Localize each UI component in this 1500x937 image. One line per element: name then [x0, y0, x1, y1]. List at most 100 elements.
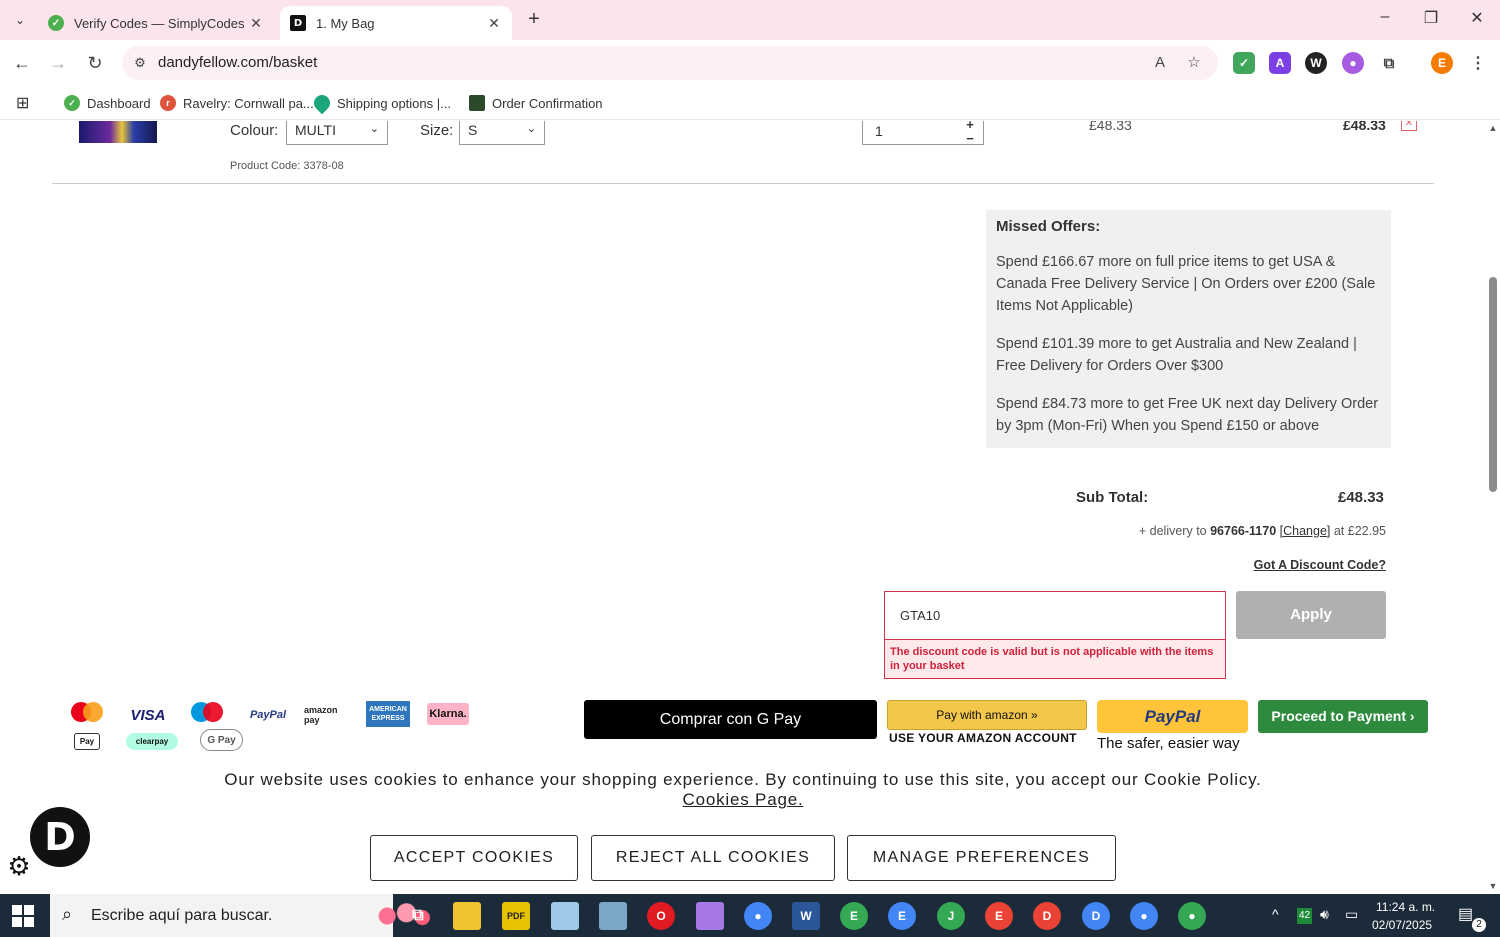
address-bar[interactable]: ⚙ dandyfellow.com/basket A ☆: [122, 46, 1218, 80]
url-text[interactable]: dandyfellow.com/basket: [158, 54, 317, 71]
cookie-message: Our website uses cookies to enhance your…: [224, 770, 1262, 789]
app-notes-icon[interactable]: [551, 902, 579, 930]
tab-simplycodes[interactable]: ✓ Verify Codes — SimplyCodes ✕: [38, 6, 274, 40]
visa-logo: VISA: [130, 706, 166, 724]
a-extension-icon[interactable]: A: [1269, 52, 1291, 74]
size-select[interactable]: S ⌄: [459, 121, 545, 145]
amex-logo: AMERICAN EXPRESS: [366, 701, 410, 727]
simplycodes-favicon-icon: ✓: [48, 15, 64, 31]
tab-search-dropdown-icon[interactable]: ⌄: [8, 8, 32, 32]
clearpay-logo: clearpay: [126, 733, 178, 750]
close-tab-icon[interactable]: ✕: [486, 15, 502, 32]
file-explorer-icon[interactable]: [453, 902, 481, 930]
delivery-zip: 96766-1170: [1210, 524, 1277, 538]
discount-code-input[interactable]: [884, 591, 1226, 639]
bookmark-dashboard[interactable]: ✓ Dashboard: [64, 92, 151, 114]
bookmark-ravelry[interactable]: r Ravelry: Cornwall pa...: [160, 92, 314, 114]
chrome-profile-icon[interactable]: J: [937, 902, 965, 930]
delivery-change-link[interactable]: [Change]: [1280, 524, 1331, 538]
scroll-down-icon[interactable]: ▼: [1488, 881, 1498, 891]
minimize-icon[interactable]: –: [1370, 8, 1400, 32]
w-extension-icon[interactable]: W: [1305, 52, 1327, 74]
cookie-banner: Our website uses cookies to enhance your…: [0, 755, 1486, 894]
chrome-profile-icon[interactable]: E: [888, 902, 916, 930]
bookmark-order-confirmation[interactable]: Order Confirmation: [469, 92, 603, 114]
app-storage-icon[interactable]: [599, 902, 627, 930]
restore-icon[interactable]: ❐: [1416, 8, 1446, 32]
divider: [52, 183, 1434, 184]
cookies-page-link-text[interactable]: Cookies Page.: [683, 790, 804, 809]
notification-count: 2: [1472, 918, 1486, 932]
back-icon[interactable]: ←: [10, 51, 34, 75]
discount-code-link[interactable]: Got A Discount Code?: [1254, 558, 1386, 572]
tray-chevron-icon[interactable]: ^: [1272, 906, 1279, 937]
scroll-up-icon[interactable]: ▲: [1488, 123, 1498, 133]
notifications-icon[interactable]: ▤: [1458, 904, 1473, 937]
volume-icon[interactable]: 🔊︎: [1320, 906, 1329, 937]
amazon-pay-logo: amazon pay: [304, 705, 338, 725]
quantity-value[interactable]: 1: [875, 123, 883, 139]
dandyfellow-badge[interactable]: D: [30, 807, 90, 867]
extensions-puzzle-icon[interactable]: ⧉: [1378, 52, 1400, 74]
windows-start-icon[interactable]: [12, 905, 34, 927]
quantity-stepper[interactable]: 1 + −: [862, 121, 984, 145]
discount-error-message: The discount code is valid but is not ap…: [884, 639, 1226, 679]
paypal-button[interactable]: PayPal: [1097, 700, 1248, 733]
amazon-pay-button[interactable]: Pay with amazon »: [887, 700, 1087, 730]
reload-icon[interactable]: ↻: [83, 51, 107, 75]
remove-item-icon[interactable]: ✕: [1401, 121, 1417, 131]
missed-offers-heading: Missed Offers:: [996, 218, 1101, 235]
purple-extension-icon[interactable]: ●: [1342, 52, 1364, 74]
bookmark-star-icon[interactable]: ☆: [1184, 53, 1204, 73]
clock-date[interactable]: 02/07/2025: [1372, 918, 1432, 937]
chrome-profile-icon[interactable]: ●: [1178, 902, 1206, 930]
chrome-profile-icon[interactable]: D: [1033, 902, 1061, 930]
close-window-icon[interactable]: ✕: [1462, 8, 1492, 32]
chrome-profile-icon[interactable]: E: [840, 902, 868, 930]
translate-icon[interactable]: A: [1150, 53, 1170, 73]
scrollbar-thumb[interactable]: [1489, 277, 1497, 492]
weather-badge[interactable]: 42: [1297, 908, 1313, 924]
colour-select[interactable]: MULTI ⌄: [286, 121, 388, 145]
kebab-menu-icon[interactable]: ⋮: [1467, 52, 1489, 74]
google-pay-button[interactable]: Comprar con G Pay: [584, 700, 877, 739]
proceed-to-payment-button[interactable]: Proceed to Payment ›: [1258, 700, 1428, 733]
chrome-profile-icon[interactable]: ●: [1130, 902, 1158, 930]
shield-extension-icon[interactable]: ✓: [1233, 52, 1255, 74]
page-scrollbar[interactable]: ▲ ▼: [1486, 121, 1500, 894]
cookies-page-link: Cookies Page.: [0, 790, 1486, 810]
product-image[interactable]: [79, 121, 157, 143]
forward-icon[interactable]: →: [46, 51, 70, 75]
profile-avatar[interactable]: E: [1431, 52, 1453, 74]
manage-preferences-button[interactable]: MANAGE PREFERENCES: [847, 835, 1116, 881]
apply-button[interactable]: Apply: [1236, 591, 1386, 639]
ravelry-icon: r: [160, 95, 176, 111]
bookmark-shipping[interactable]: Shipping options |...: [310, 91, 451, 115]
increase-quantity-icon[interactable]: +: [957, 121, 983, 131]
delivery-suffix: at £22.95: [1333, 524, 1386, 538]
task-view-icon[interactable]: ⧉: [404, 902, 432, 930]
delivery-prefix: + delivery to: [1138, 524, 1207, 538]
search-placeholder: Escribe aquí para buscar.: [91, 907, 273, 924]
chevron-down-icon: ⌄: [526, 123, 536, 135]
chrome-icon[interactable]: ●: [744, 902, 772, 930]
opera-icon[interactable]: O: [647, 902, 675, 930]
word-icon[interactable]: W: [792, 902, 820, 930]
accept-cookies-button[interactable]: ACCEPT COOKIES: [370, 835, 578, 881]
chrome-profile-icon[interactable]: D: [1082, 902, 1110, 930]
taskbar-search[interactable]: ⌕ Escribe aquí para buscar.: [50, 894, 432, 937]
new-tab-icon[interactable]: +: [522, 8, 546, 32]
close-tab-icon[interactable]: ✕: [248, 15, 264, 32]
app-pdf-icon[interactable]: PDF: [502, 902, 530, 930]
paypal-logo: PayPal: [249, 709, 287, 721]
tab-title: 1. My Bag: [316, 15, 375, 31]
decrease-quantity-icon[interactable]: −: [957, 132, 983, 145]
tab-my-bag[interactable]: D 1. My Bag ✕: [280, 6, 512, 40]
cookie-settings-gear-icon[interactable]: ⚙: [5, 853, 33, 881]
site-info-icon[interactable]: ⚙: [130, 53, 150, 73]
network-icon[interactable]: ▭: [1345, 906, 1358, 937]
chrome-profile-icon[interactable]: E: [985, 902, 1013, 930]
feather-app-icon[interactable]: [696, 902, 724, 930]
reject-cookies-button[interactable]: REJECT ALL COOKIES: [591, 835, 835, 881]
apps-grid-icon[interactable]: ⊞: [16, 92, 29, 114]
